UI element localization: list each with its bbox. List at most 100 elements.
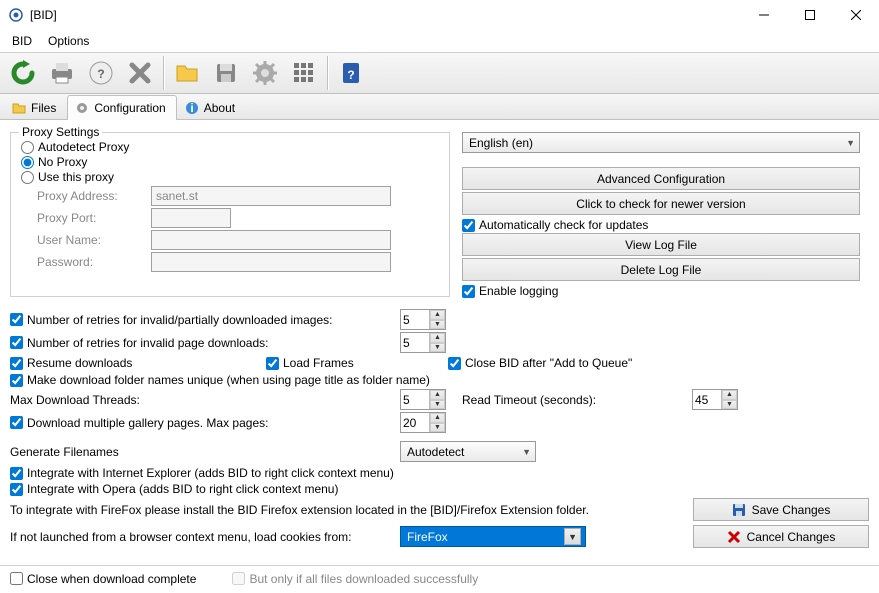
menu-bid[interactable]: BID xyxy=(4,31,40,51)
close-button[interactable] xyxy=(833,0,879,30)
folder-icon[interactable] xyxy=(168,55,206,91)
view-log-file-button[interactable]: View Log File xyxy=(462,233,860,256)
info-icon: i xyxy=(184,100,200,116)
retries-pages-spinner[interactable]: ▲▼ xyxy=(400,332,446,353)
multi-gallery-spinner[interactable]: ▲▼ xyxy=(400,412,446,433)
gear-icon[interactable] xyxy=(246,55,284,91)
spin-up-icon[interactable]: ▲ xyxy=(430,310,445,320)
spin-up-icon[interactable]: ▲ xyxy=(722,390,737,400)
spin-up-icon[interactable]: ▲ xyxy=(430,333,445,343)
retries-images-checkbox[interactable] xyxy=(10,313,23,326)
proxy-port-label: Proxy Port: xyxy=(21,211,151,225)
no-proxy-radio[interactable] xyxy=(21,156,34,169)
load-frames-label: Load Frames xyxy=(283,356,354,370)
cookies-from-select[interactable]: FireFox▼ xyxy=(400,526,586,547)
cancel-changes-button[interactable]: Cancel Changes xyxy=(693,525,869,548)
spin-down-icon[interactable]: ▼ xyxy=(430,400,445,410)
close-after-queue-checkbox[interactable] xyxy=(448,357,461,370)
menu-options[interactable]: Options xyxy=(40,31,97,51)
tab-about[interactable]: i About xyxy=(177,95,246,120)
multi-gallery-checkbox[interactable] xyxy=(10,416,23,429)
advanced-configuration-button[interactable]: Advanced Configuration xyxy=(462,167,860,190)
proxy-legend: Proxy Settings xyxy=(19,125,102,139)
unique-folders-checkbox[interactable] xyxy=(10,374,23,387)
save-disk-icon xyxy=(732,503,746,517)
load-frames-checkbox[interactable] xyxy=(266,357,279,370)
only-if-success-checkbox xyxy=(232,572,245,585)
resume-downloads-checkbox[interactable] xyxy=(10,357,23,370)
language-value: English (en) xyxy=(469,136,533,150)
retries-pages-checkbox[interactable] xyxy=(10,336,23,349)
only-if-success-label: But only if all files downloaded success… xyxy=(249,572,478,586)
proxy-address-input[interactable] xyxy=(151,186,391,206)
spin-down-icon[interactable]: ▼ xyxy=(430,320,445,330)
spin-down-icon[interactable]: ▼ xyxy=(722,400,737,410)
max-threads-spinner[interactable]: ▲▼ xyxy=(400,389,446,410)
user-name-label: User Name: xyxy=(21,233,151,247)
resume-downloads-label: Resume downloads xyxy=(27,356,132,370)
save-changes-button[interactable]: Save Changes xyxy=(693,498,869,521)
auto-check-updates-checkbox[interactable] xyxy=(462,219,475,232)
use-this-proxy-label: Use this proxy xyxy=(38,170,114,184)
app-icon xyxy=(8,7,24,23)
password-label: Password: xyxy=(21,255,151,269)
check-newer-version-button[interactable]: Click to check for newer version xyxy=(462,192,860,215)
password-input[interactable] xyxy=(151,252,391,272)
retries-pages-label: Number of retries for invalid page downl… xyxy=(27,336,268,350)
maximize-button[interactable] xyxy=(787,0,833,30)
save-disk-icon[interactable] xyxy=(207,55,245,91)
retries-images-label: Number of retries for invalid/partially … xyxy=(27,313,332,327)
close-when-complete-checkbox[interactable] xyxy=(10,572,23,585)
spin-up-icon[interactable]: ▲ xyxy=(430,390,445,400)
printer-icon[interactable] xyxy=(43,55,81,91)
enable-logging-checkbox[interactable] xyxy=(462,285,475,298)
multi-gallery-label: Download multiple gallery pages. Max pag… xyxy=(27,416,268,430)
tab-label: Files xyxy=(31,101,56,115)
close-after-queue-label: Close BID after "Add to Queue" xyxy=(465,356,632,370)
refresh-icon[interactable] xyxy=(4,55,42,91)
generate-filenames-select[interactable]: Autodetect▼ xyxy=(400,441,536,462)
svg-text:?: ? xyxy=(97,67,104,81)
help-round-icon[interactable]: ? xyxy=(82,55,120,91)
delete-log-file-button[interactable]: Delete Log File xyxy=(462,258,860,281)
language-select[interactable]: English (en) ▼ xyxy=(462,132,860,153)
user-name-input[interactable] xyxy=(151,230,391,250)
folder-icon xyxy=(11,100,27,116)
svg-text:?: ? xyxy=(347,68,354,82)
use-this-proxy-radio[interactable] xyxy=(21,171,34,184)
spin-up-icon[interactable]: ▲ xyxy=(430,413,445,423)
minimize-button[interactable] xyxy=(741,0,787,30)
proxy-settings-group: Proxy Settings Autodetect Proxy No Proxy… xyxy=(10,132,450,297)
cancel-x-icon xyxy=(727,530,741,544)
autodetect-proxy-radio[interactable] xyxy=(21,141,34,154)
proxy-address-label: Proxy Address: xyxy=(21,189,151,203)
enable-logging-label: Enable logging xyxy=(479,284,558,298)
spin-down-icon[interactable]: ▼ xyxy=(430,423,445,433)
tab-label: Configuration xyxy=(94,101,165,115)
max-threads-label: Max Download Threads: xyxy=(10,393,400,407)
toolbar-separator xyxy=(163,56,165,90)
integrate-opera-checkbox[interactable] xyxy=(10,483,23,496)
chevron-down-icon: ▼ xyxy=(564,528,581,545)
retries-images-spinner[interactable]: ▲▼ xyxy=(400,309,446,330)
integrate-ie-checkbox[interactable] xyxy=(10,467,23,480)
unique-folders-label: Make download folder names unique (when … xyxy=(27,373,430,387)
grid-icon[interactable] xyxy=(285,55,323,91)
firefox-note: To integrate with FireFox please install… xyxy=(10,503,589,517)
read-timeout-spinner[interactable]: ▲▼ xyxy=(692,389,738,410)
proxy-port-input[interactable] xyxy=(151,208,231,228)
auto-check-updates-label: Automatically check for updates xyxy=(479,218,648,232)
cookies-from-label: If not launched from a browser context m… xyxy=(10,530,400,544)
help-q-icon[interactable]: ? xyxy=(332,55,370,91)
gear-icon xyxy=(74,100,90,116)
read-timeout-label: Read Timeout (seconds): xyxy=(462,393,692,407)
integrate-ie-label: Integrate with Internet Explorer (adds B… xyxy=(27,466,394,480)
generate-filenames-label: Generate Filenames xyxy=(10,445,400,459)
svg-text:i: i xyxy=(190,101,193,115)
close-when-complete-label: Close when download complete xyxy=(27,572,196,586)
spin-down-icon[interactable]: ▼ xyxy=(430,343,445,353)
toolbar-separator xyxy=(327,56,329,90)
delete-x-icon[interactable] xyxy=(121,55,159,91)
tab-files[interactable]: Files xyxy=(4,95,67,120)
tab-configuration[interactable]: Configuration xyxy=(67,95,176,120)
